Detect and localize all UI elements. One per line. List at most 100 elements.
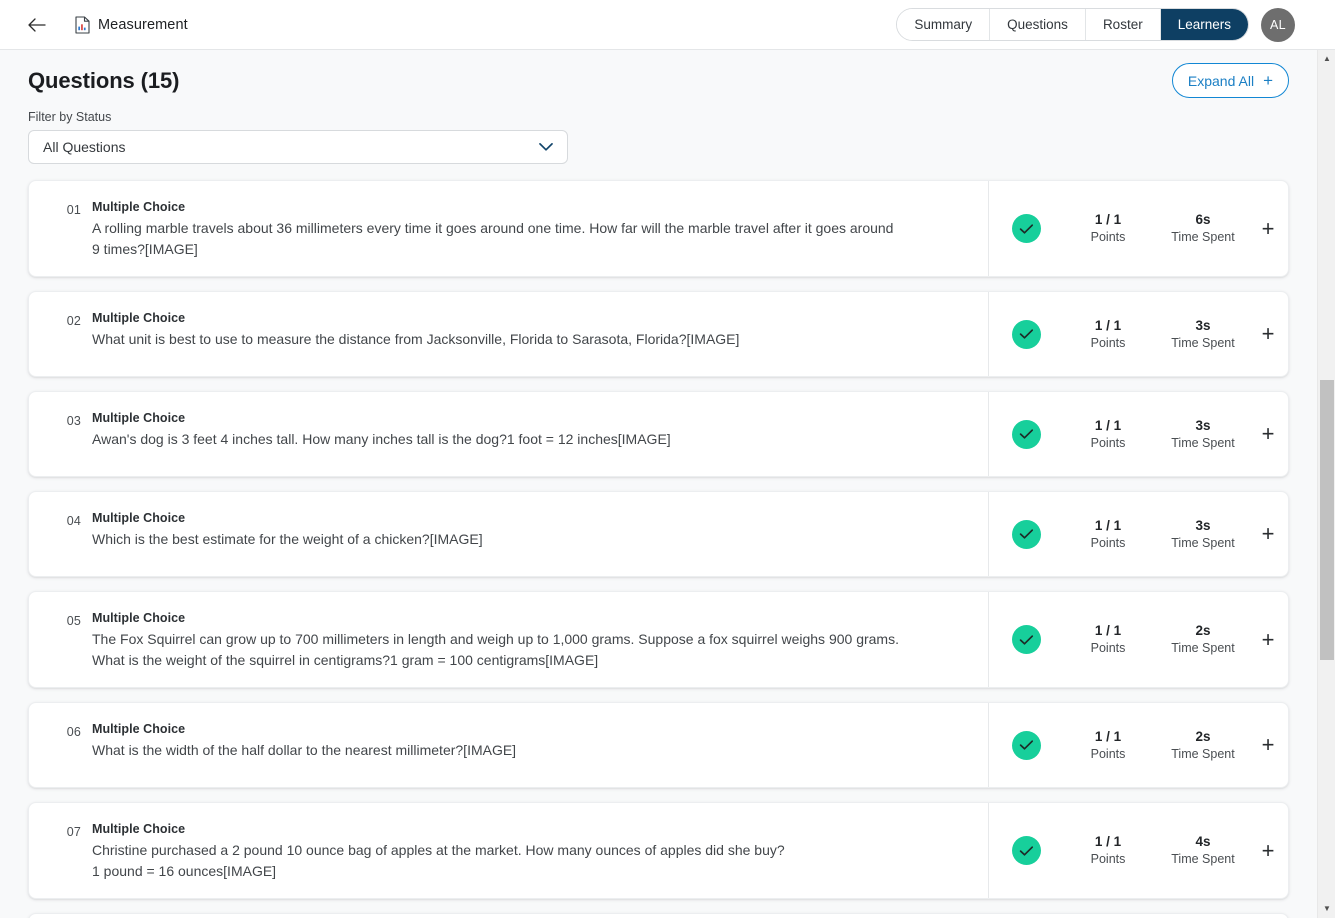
points-label: Points — [1090, 852, 1126, 866]
question-type: Multiple Choice — [92, 822, 186, 836]
scroll-up-arrow[interactable]: ▲ — [1318, 50, 1335, 68]
tab-learners[interactable]: Learners — [1160, 9, 1248, 40]
row-expand-button[interactable]: + — [1257, 839, 1279, 862]
points-value: 1 / 1 — [1094, 212, 1122, 227]
question-row[interactable]: 05 Multiple Choice The Fox Squirrel can gr… — [28, 591, 1289, 688]
question-text: Awan's dog is 3 feet 4 inches tall. How … — [92, 431, 671, 447]
header-scrollbar-cap — [1317, 0, 1335, 50]
time-spent-value: 6s — [1195, 212, 1211, 227]
question-text: The Fox Squirrel can grow up to 700 mill… — [92, 631, 899, 668]
questions-heading: Questions (15) — [28, 68, 180, 93]
question-meta: 1 / 1 Points 2s Time Spent + — [988, 703, 1288, 787]
status-filter-select[interactable]: All Questions — [28, 130, 568, 164]
check-circle-icon — [1012, 319, 1041, 349]
time-spent-label: Time Spent — [1171, 535, 1235, 550]
question-type: Multiple Choice — [92, 311, 186, 325]
time-spent-value: 2s — [1195, 728, 1211, 744]
question-number: 06 — [66, 725, 81, 739]
question-text: What unit is best to use to measure the … — [92, 331, 740, 347]
question-row[interactable]: 08 — [28, 913, 1289, 918]
row-expand-button[interactable]: + — [1257, 217, 1279, 240]
check-circle-icon — [1012, 519, 1041, 549]
vertical-scrollbar[interactable]: ▲ ▼ — [1317, 50, 1335, 918]
question-number: 07 — [66, 825, 81, 839]
question-body: Multiple Choice A rolling marble travels … — [81, 181, 988, 276]
question-meta: 1 / 1 Points 3s Time Spent + — [988, 392, 1288, 476]
time-spent-stat: 2s Time Spent — [1165, 728, 1241, 763]
question-number: 08 — [29, 914, 81, 918]
vertical-scrollbar-thumb[interactable] — [1320, 380, 1334, 660]
points-stat: 1 / 1 Points — [1070, 211, 1146, 246]
points-label: Points — [1090, 230, 1126, 244]
question-row[interactable]: 03 Multiple Choice Awan's dog is 3 feet 4 … — [28, 391, 1289, 477]
check-circle-icon — [1012, 214, 1041, 243]
question-type: Multiple Choice — [92, 200, 186, 214]
time-spent-value: 3s — [1195, 417, 1211, 433]
document-title-group: Measurement — [75, 15, 188, 34]
question-row[interactable]: 06 Multiple Choice What is the width of th… — [28, 702, 1289, 788]
points-stat: 1 / 1 Points — [1070, 833, 1146, 868]
time-spent-stat: 6s Time Spent — [1165, 211, 1241, 246]
avatar[interactable]: AL — [1261, 7, 1295, 42]
question-type: Multiple Choice — [92, 611, 186, 625]
question-row[interactable]: 02 Multiple Choice What unit is best to us… — [28, 291, 1289, 377]
tab-questions[interactable]: Questions — [990, 9, 1086, 40]
points-stat: 1 / 1 Points — [1070, 622, 1146, 657]
row-expand-button[interactable]: + — [1257, 323, 1279, 345]
time-spent-stat: 3s Time Spent — [1165, 317, 1241, 352]
question-type: Multiple Choice — [92, 722, 186, 736]
report-document-icon — [75, 15, 90, 34]
points-stat: 1 / 1 Points — [1070, 517, 1146, 552]
points-label: Points — [1090, 746, 1126, 761]
question-body: Multiple Choice Awan's dog is 3 feet 4 in… — [81, 392, 988, 476]
check-circle-icon — [1012, 625, 1041, 654]
scroll-down-arrow[interactable]: ▼ — [1318, 900, 1335, 918]
points-stat: 1 / 1 Points — [1070, 317, 1146, 352]
time-spent-value: 3s — [1195, 517, 1211, 533]
question-row[interactable]: 01 Multiple Choice A rolling marble travel… — [28, 180, 1289, 277]
time-spent-label: Time Spent — [1171, 335, 1235, 350]
question-text: What is the width of the half dollar to … — [92, 742, 517, 758]
question-type: Multiple Choice — [92, 411, 186, 425]
questions-page: Questions (15) Expand All + Filter by St… — [0, 50, 1317, 918]
question-meta: 1 / 1 Points 3s Time Spent + — [988, 292, 1288, 376]
time-spent-label: Time Spent — [1171, 852, 1235, 866]
page-header: Questions (15) Expand All + — [0, 50, 1317, 98]
expand-all-button[interactable]: Expand All + — [1171, 63, 1289, 98]
page-title: Measurement — [98, 16, 188, 33]
tab-summary[interactable]: Summary — [897, 9, 991, 40]
time-spent-label: Time Spent — [1171, 746, 1235, 761]
time-spent-stat: 2s Time Spent — [1165, 622, 1241, 657]
question-body: Multiple Choice What unit is best to use … — [81, 292, 988, 376]
question-number: 02 — [66, 314, 81, 328]
question-meta: 1 / 1 Points 3s Time Spent + — [988, 492, 1288, 576]
time-spent-value: 4s — [1195, 834, 1211, 849]
row-expand-button[interactable]: + — [1257, 628, 1279, 651]
status-filter-value: All Questions — [43, 139, 126, 155]
points-stat: 1 / 1 Points — [1070, 728, 1146, 763]
arrow-left-icon — [28, 17, 46, 32]
question-meta — [988, 914, 1288, 918]
question-text: A rolling marble travels about 36 millim… — [92, 220, 894, 257]
row-expand-button[interactable]: + — [1257, 523, 1279, 545]
question-number: 05 — [66, 614, 81, 628]
row-expand-button[interactable]: + — [1257, 423, 1279, 445]
points-value: 1 / 1 — [1094, 834, 1122, 849]
back-button[interactable] — [24, 12, 50, 38]
question-body: Multiple Choice Christine purchased a 2 p… — [81, 803, 988, 898]
time-spent-stat: 3s Time Spent — [1165, 417, 1241, 452]
tab-roster[interactable]: Roster — [1085, 9, 1161, 40]
expand-all-label: Expand All — [1187, 72, 1255, 89]
question-row[interactable]: 07 Multiple Choice Christine purchased a 2… — [28, 802, 1289, 899]
points-stat: 1 / 1 Points — [1070, 417, 1146, 452]
check-circle-icon — [1012, 419, 1041, 449]
time-spent-label: Time Spent — [1171, 641, 1235, 655]
filter-by-status-label: Filter by Status — [28, 110, 112, 124]
time-spent-label: Time Spent — [1171, 230, 1235, 244]
check-circle-icon — [1012, 730, 1041, 760]
question-row[interactable]: 04 Multiple Choice Which is the best estim… — [28, 491, 1289, 577]
question-number: 03 — [66, 414, 81, 428]
points-label: Points — [1090, 641, 1126, 655]
row-expand-button[interactable]: + — [1257, 734, 1279, 756]
question-number: 01 — [66, 203, 81, 217]
